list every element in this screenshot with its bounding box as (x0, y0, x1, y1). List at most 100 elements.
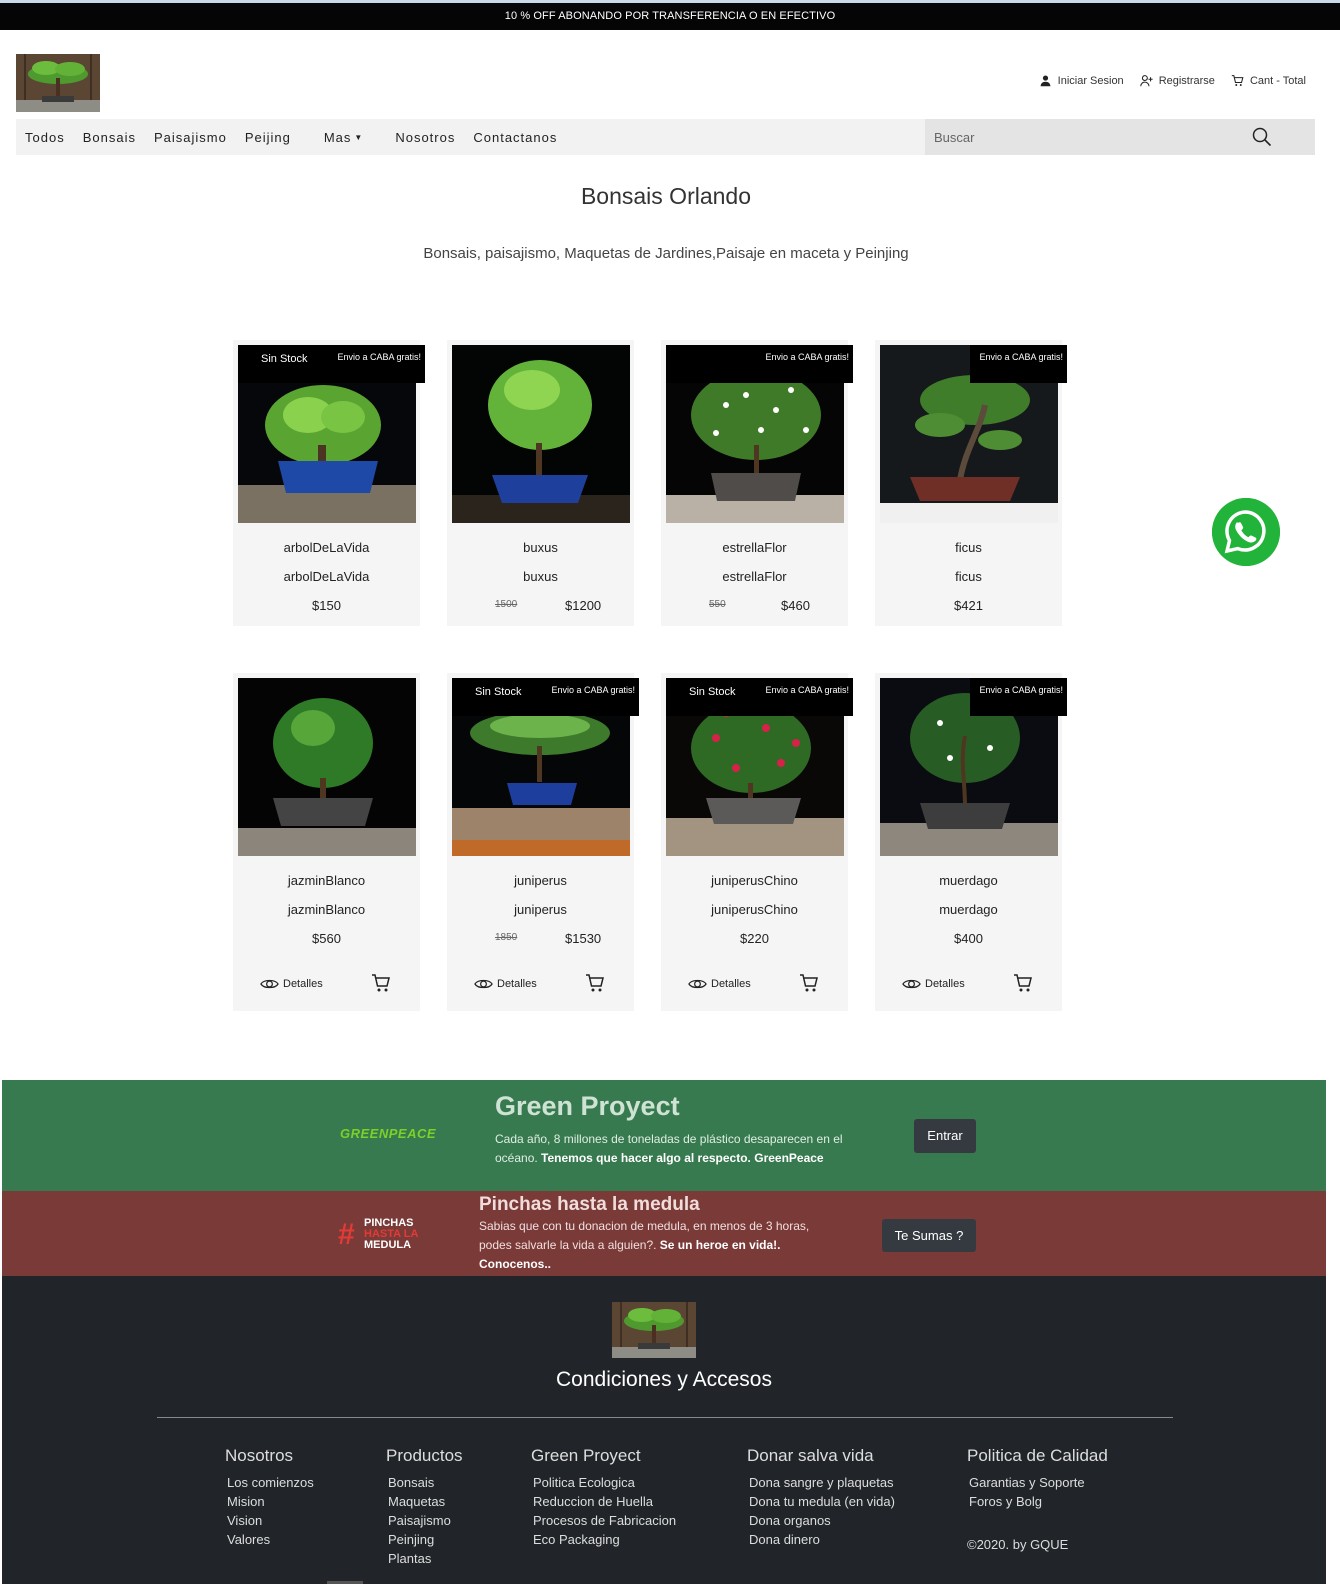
footer-link[interactable]: Vision (225, 1511, 314, 1530)
details-button[interactable]: Detalles (688, 977, 751, 991)
eye-icon (474, 979, 493, 989)
search-icon[interactable] (1251, 126, 1273, 148)
site-logo[interactable] (16, 54, 100, 112)
free-shipping-label: Envio a CABA gratis! (765, 685, 849, 695)
footer-link[interactable]: Bonsais (386, 1473, 463, 1492)
footer-link[interactable]: Maquetas (386, 1492, 463, 1511)
product-card[interactable]: Envio a CABA gratis! muerdago muerdago $… (875, 673, 1067, 1011)
login-label: Iniciar Sesion (1057, 74, 1124, 87)
footer-link[interactable]: Dona organos (747, 1511, 895, 1530)
product-name[interactable]: arbolDeLaVida (233, 540, 420, 555)
add-user-icon (1139, 75, 1153, 87)
add-to-cart-icon[interactable] (371, 973, 391, 993)
whatsapp-icon (1212, 498, 1280, 566)
product-old-price: 1500 (495, 599, 518, 610)
footer-link[interactable]: Paisajismo (386, 1511, 463, 1530)
nav-item-nosotros[interactable]: Nosotros (395, 130, 455, 145)
product-card[interactable]: Sin Stock Envio a CABA gratis! juniperus… (661, 673, 853, 1011)
details-label: Detalles (925, 978, 965, 990)
footer-link[interactable]: Los comienzos (225, 1473, 314, 1492)
product-old-price: 550 (709, 599, 726, 610)
free-shipping-label: Envio a CABA gratis! (979, 352, 1063, 362)
product-card[interactable]: Sin Stock Envio a CABA gratis! arbolDeLa… (233, 340, 425, 626)
nav-item-paisajismo[interactable]: Paisajismo (154, 130, 227, 145)
nav-item-mas[interactable]: Mas ▼ (324, 130, 363, 145)
product-price: $560 (312, 931, 341, 946)
user-menu: Iniciar Sesion Registrarse Cant - Total (1031, 74, 1306, 87)
footer-heading: Productos (386, 1446, 463, 1465)
details-label: Detalles (283, 978, 323, 990)
caret-down-icon: ▼ (354, 132, 364, 142)
nav-item-contactanos[interactable]: Contactanos (473, 130, 557, 145)
product-name[interactable]: buxus (447, 540, 634, 555)
nav-item-peijing[interactable]: Peijing (245, 130, 291, 145)
footer-link[interactable]: Mision (225, 1492, 314, 1511)
cart-summary-label: Cant - Total (1249, 74, 1306, 87)
add-to-cart-icon[interactable] (585, 973, 605, 993)
product-name[interactable]: ficus (875, 540, 1062, 555)
footer-link[interactable]: Eco Packaging (531, 1530, 676, 1549)
product-badge: Envio a CABA gratis! (970, 678, 1067, 716)
product-card[interactable]: buxus buxus 1500 $1200 (447, 340, 634, 626)
eye-icon (688, 979, 707, 989)
footer-link[interactable]: Reduccion de Huella (531, 1492, 676, 1511)
eye-icon (260, 979, 279, 989)
footer-link[interactable]: Valores (225, 1530, 314, 1549)
product-name[interactable]: juniperusChino (661, 873, 848, 888)
search-input[interactable] (925, 119, 1245, 155)
nav-item-bonsais[interactable]: Bonsais (83, 130, 136, 145)
eye-icon (902, 979, 921, 989)
details-button[interactable]: Detalles (474, 977, 537, 991)
details-button[interactable]: Detalles (902, 977, 965, 991)
footer-heading: Politica de Calidad (967, 1446, 1108, 1465)
footer-link[interactable]: Peinjing (386, 1530, 463, 1549)
nav-item-todos[interactable]: Todos (25, 130, 65, 145)
product-old-price: 1850 (495, 932, 518, 943)
footer-column-productos: Productos Bonsais Maquetas Paisajismo Pe… (386, 1446, 463, 1568)
details-button[interactable]: Detalles (260, 977, 323, 991)
cart-summary-link[interactable]: Cant - Total (1231, 74, 1306, 87)
footer-heading: Nosotros (225, 1446, 294, 1465)
login-link[interactable]: Iniciar Sesion (1039, 74, 1124, 87)
add-to-cart-icon[interactable] (799, 973, 819, 993)
product-name[interactable]: estrellaFlor (661, 540, 848, 555)
product-image[interactable] (238, 678, 416, 856)
footer-link[interactable]: Dona tu medula (en vida) (747, 1492, 895, 1511)
out-of-stock-label: Sin Stock (475, 686, 522, 698)
footer-link[interactable]: Procesos de Fabricacion (531, 1511, 676, 1530)
register-link[interactable]: Registrarse (1139, 74, 1215, 87)
footer-link[interactable]: Dona dinero (747, 1530, 895, 1549)
footer-column-calidad: Politica de Calidad Garantias y Soporte … (967, 1446, 1108, 1511)
pinchas-logo: # PINCHAS HASTA LA MEDULA (338, 1217, 419, 1252)
product-subtitle: jazminBlanco (287, 902, 366, 917)
product-price: $220 (740, 931, 769, 946)
footer-link[interactable]: Garantias y Soporte (967, 1473, 1108, 1492)
cart-icon (1231, 75, 1244, 86)
product-subtitle: muerdago (939, 902, 998, 917)
whatsapp-button[interactable] (1212, 498, 1280, 566)
green-banner-text: Cada año, 8 millones de toneladas de plá… (495, 1132, 843, 1165)
product-subtitle: juniperus (514, 902, 567, 917)
product-card[interactable]: jazminBlanco jazminBlanco $560 Detalles (233, 673, 420, 1011)
out-of-stock-label: Sin Stock (689, 686, 736, 698)
product-name[interactable]: muerdago (875, 873, 1062, 888)
footer-link[interactable]: Politica Ecologica (531, 1473, 676, 1492)
footer-logo[interactable] (612, 1302, 696, 1358)
product-name[interactable]: jazminBlanco (233, 873, 420, 888)
footer-link[interactable]: Dona sangre y plaquetas (747, 1473, 895, 1492)
enter-button[interactable]: Entrar (914, 1119, 976, 1153)
product-card[interactable]: Envio a CABA gratis! estrellaFlor estrel… (661, 340, 853, 626)
product-image[interactable] (452, 345, 630, 523)
green-project-banner: GREENPEACE Green Proyect Cada año, 8 mil… (2, 1080, 1326, 1191)
footer-link[interactable]: Plantas (386, 1549, 463, 1568)
promo-bar: 10 % OFF ABONANDO POR TRANSFERENCIA O EN… (0, 3, 1340, 30)
join-button[interactable]: Te Sumas ? (882, 1219, 976, 1252)
out-of-stock-label: Sin Stock (261, 353, 308, 365)
product-subtitle: ficus (955, 569, 982, 584)
footer-link[interactable]: Foros y Bolg (967, 1492, 1108, 1511)
page-title: Bonsais Orlando (580, 183, 752, 209)
add-to-cart-icon[interactable] (1013, 973, 1033, 993)
product-card[interactable]: Envio a CABA gratis! ficus ficus $421 (875, 340, 1067, 626)
product-name[interactable]: juniperus (447, 873, 634, 888)
product-card[interactable]: Sin Stock Envio a CABA gratis! juniperus… (447, 673, 639, 1011)
